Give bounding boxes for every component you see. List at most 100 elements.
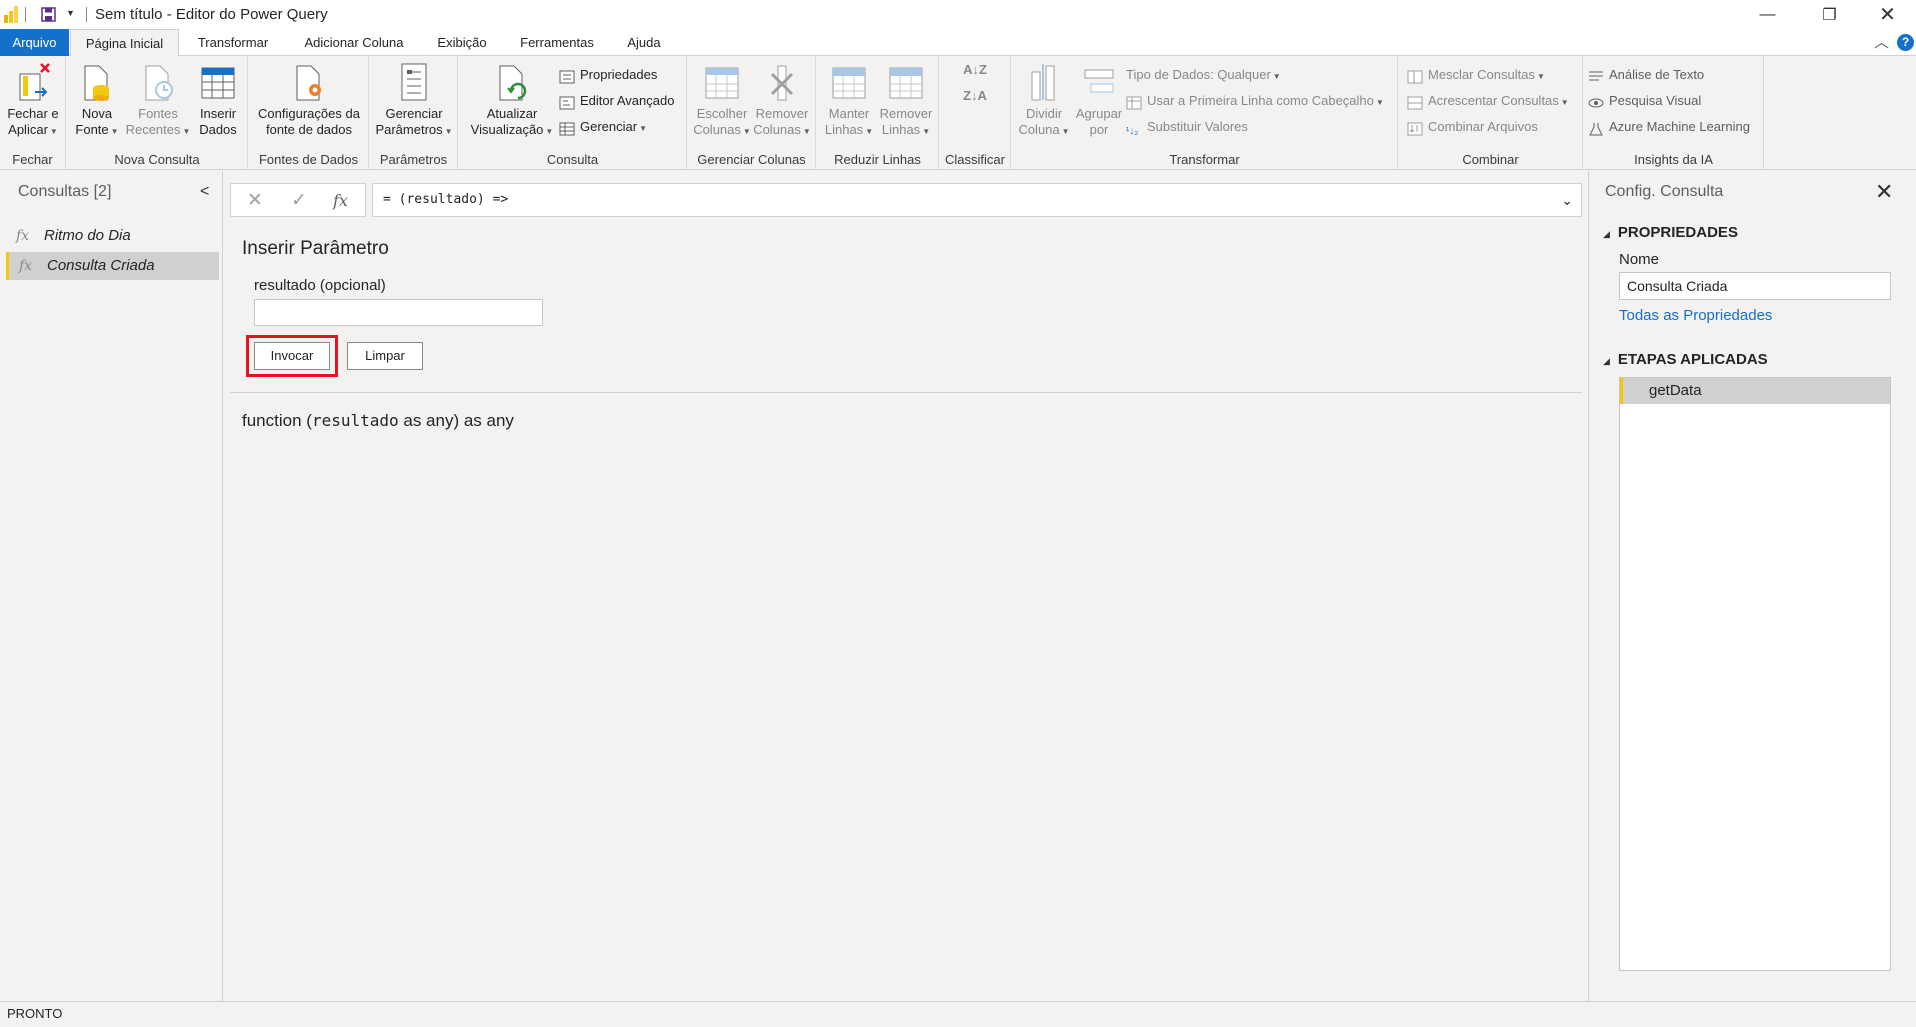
recent-sources-label-2: Recentes — [125, 122, 181, 137]
manage-button[interactable]: Gerenciar ▼ — [559, 116, 647, 138]
insert-data-label-1: Inserir — [199, 106, 237, 121]
sig-prefix: function ( — [242, 411, 312, 430]
append-queries-button[interactable]: Acrescentar Consultas ▼ — [1407, 90, 1569, 112]
data-type-dropdown[interactable]: Tipo de Dados: Qualquer ▼ — [1126, 64, 1281, 86]
collapse-ribbon-icon[interactable]: ︿ — [1874, 31, 1889, 52]
insert-data-label-2: Dados — [199, 122, 237, 137]
group-label-reduzir: Reduzir Linhas — [834, 152, 921, 167]
query-settings-pane: Config. Consulta ✕ ◢ PROPRIEDADES Nome Co… — [1588, 171, 1916, 1001]
group-label-combinar: Combinar — [1462, 152, 1519, 167]
invoke-button[interactable]: Invocar — [254, 342, 330, 370]
close-icon[interactable]: ✕ — [1875, 179, 1893, 205]
help-icon[interactable]: ? — [1897, 34, 1914, 51]
tab-transformar[interactable]: Transformar — [186, 29, 280, 56]
keep-rows-label-2: Linhas — [824, 122, 864, 137]
tab-arquivo[interactable]: Arquivo — [0, 29, 69, 56]
recent-sources-button[interactable]: Fontes Recentes ▼ — [125, 62, 191, 140]
first-row-header-icon — [1126, 95, 1142, 110]
commit-icon[interactable]: ✓ — [291, 189, 307, 212]
dropdown-caret-icon: ▼ — [49, 127, 58, 136]
keep-rows-button[interactable]: Manter Linhas ▼ — [821, 62, 877, 140]
advanced-editor-button[interactable]: Editor Avançado — [559, 90, 674, 112]
name-label: Nome — [1619, 251, 1660, 268]
group-reduzir-linhas: Manter Linhas ▼ Remover Linhas ▼ Reduzir L… — [817, 56, 939, 170]
remove-columns-button[interactable]: Remover Colunas ▼ — [752, 62, 812, 140]
replace-values-button[interactable]: ¹↓₂ Substituir Valores — [1126, 116, 1248, 138]
insert-data-button[interactable]: Inserir Dados — [192, 62, 244, 138]
tab-exibicao[interactable]: Exibição — [428, 29, 496, 56]
choose-columns-button[interactable]: Escolher Colunas ▼ — [692, 62, 752, 140]
dropdown-caret-icon: ▼ — [865, 127, 874, 136]
combine-files-button[interactable]: Combinar Arquivos — [1407, 116, 1538, 138]
queries-pane: Consultas [2] < fx Ritmo do Dia fx Consult… — [0, 171, 223, 1001]
function-icon: fx — [16, 228, 30, 244]
sort-descending-button[interactable]: Z↓A — [952, 88, 998, 104]
save-icon[interactable] — [41, 7, 56, 22]
query-item[interactable]: fx Ritmo do Dia — [6, 222, 219, 250]
choose-columns-icon — [705, 67, 739, 99]
keep-rows-icon — [832, 67, 866, 99]
new-source-icon — [84, 65, 109, 101]
manage-parameters-button[interactable]: Gerenciar Parâmetros ▼ — [374, 62, 454, 140]
refresh-preview-icon — [499, 65, 527, 101]
tab-pagina-inicial[interactable]: Página Inicial — [70, 29, 179, 57]
refresh-preview-label-2: Visualização — [470, 122, 544, 137]
group-label-insights-ia: Insights da IA — [1634, 152, 1713, 167]
tab-ajuda[interactable]: Ajuda — [618, 29, 670, 56]
function-icon[interactable]: fx — [333, 191, 348, 210]
param-input[interactable] — [254, 299, 543, 326]
quick-access-dropdown-icon[interactable]: ▼ — [66, 8, 75, 18]
new-source-button[interactable]: Nova Fonte ▼ — [75, 62, 119, 140]
close-apply-button[interactable]: Fechar e Aplicar ▼ — [4, 62, 62, 140]
dropdown-caret-icon: ▼ — [1272, 72, 1281, 81]
restore-button[interactable]: ❐ — [1802, 0, 1857, 29]
azure-ml-button[interactable]: Azure Machine Learning — [1588, 116, 1750, 138]
remove-rows-label-1: Remover — [879, 106, 933, 121]
use-first-row-header-button[interactable]: Usar a Primeira Linha como Cabeçalho ▼ — [1126, 90, 1384, 112]
refresh-preview-button[interactable]: Atualizar Visualização ▼ — [467, 62, 557, 140]
formula-text: = (resultado) => — [383, 192, 509, 207]
remove-rows-label-2: Linhas — [881, 122, 921, 137]
function-signature: function (resultado as any) as any — [242, 411, 514, 431]
text-analytics-button[interactable]: Análise de Texto — [1588, 64, 1704, 86]
formula-bar[interactable]: = (resultado) => ⌄ — [372, 183, 1582, 217]
all-properties-link[interactable]: Todas as Propriedades — [1619, 307, 1772, 324]
queries-header: Consultas [2] — [18, 183, 112, 200]
group-by-button[interactable]: Agrupar por — [1072, 62, 1126, 138]
close-window-button[interactable]: ✕ — [1860, 0, 1915, 29]
applied-step-item[interactable]: getData — [1620, 378, 1890, 404]
cancel-icon[interactable]: ✕ — [247, 189, 263, 212]
visual-search-button[interactable]: Pesquisa Visual — [1588, 90, 1701, 112]
sig-suffix: as any) as any — [398, 411, 514, 430]
group-consulta: Atualizar Visualização ▼ Propriedades Edi… — [459, 56, 687, 170]
properties-button[interactable]: Propriedades — [559, 64, 657, 86]
close-apply-icon — [19, 63, 50, 101]
recent-sources-label-1: Fontes — [138, 106, 178, 121]
window-title: Sem título - Editor do Power Query — [95, 6, 328, 23]
group-gerenciar-colunas: Escolher Colunas ▼ Remover Colunas ▼ Geren… — [688, 56, 816, 170]
split-column-button[interactable]: Dividir Coluna ▼ — [1016, 62, 1072, 140]
formula-bar-buttons: ✕ ✓ fx — [230, 183, 366, 217]
visual-search-label: Pesquisa Visual — [1609, 93, 1702, 108]
applied-steps-section[interactable]: ◢ ETAPAS APLICADAS — [1603, 351, 1768, 368]
name-input[interactable]: Consulta Criada — [1619, 272, 1891, 300]
insert-data-icon — [201, 67, 235, 99]
clear-button[interactable]: Limpar — [347, 342, 423, 370]
minimize-button[interactable]: — — [1740, 0, 1795, 29]
tab-ferramentas[interactable]: Ferramentas — [510, 29, 604, 56]
advanced-editor-icon — [559, 95, 575, 110]
remove-rows-button[interactable]: Remover Linhas ▼ — [877, 62, 935, 140]
chevron-down-icon[interactable]: ⌄ — [1561, 184, 1573, 216]
ribbon: Fechar e Aplicar ▼ Fechar Nova Fonte ▼ Fon… — [0, 56, 1916, 170]
dropdown-caret-icon: ▼ — [1375, 98, 1384, 107]
merge-queries-button[interactable]: Mesclar Consultas ▼ — [1407, 64, 1545, 86]
replace-values-icon: ¹↓₂ — [1126, 125, 1139, 137]
data-source-settings-label-1: Configurações da — [258, 106, 360, 121]
properties-section[interactable]: ◢ PROPRIEDADES — [1603, 224, 1738, 241]
dropdown-caret-icon: ▼ — [545, 127, 554, 136]
query-item-selected[interactable]: fx Consulta Criada — [6, 252, 219, 280]
collapse-pane-icon[interactable]: < — [200, 183, 209, 201]
data-source-settings-button[interactable]: Configurações da fonte de dados — [253, 62, 365, 138]
sort-ascending-button[interactable]: A↓Z — [952, 62, 998, 78]
tab-adicionar-coluna[interactable]: Adicionar Coluna — [294, 29, 414, 56]
